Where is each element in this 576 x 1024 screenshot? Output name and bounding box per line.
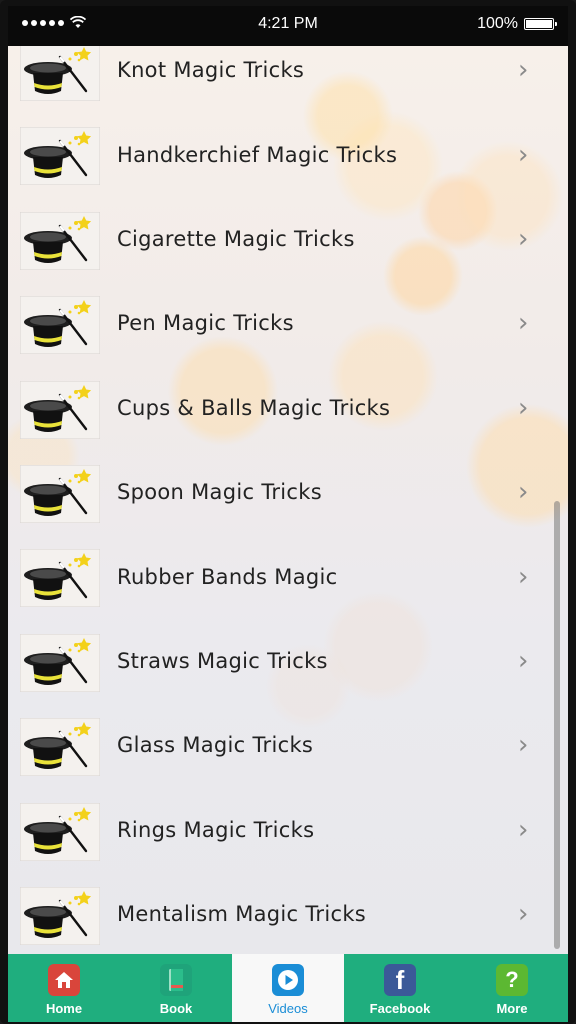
magic-tricks-list-view[interactable]: Knot Magic Tricks › Handkerchief Magic Tr…: [8, 46, 568, 954]
tab-home[interactable]: Home: [8, 954, 120, 1022]
magic-hat-wand-icon: [19, 295, 101, 355]
list-item[interactable]: Rings Magic Tricks ›: [8, 788, 556, 872]
magic-hat-wand-icon: [19, 802, 101, 862]
list-item[interactable]: Glass Magic Tricks ›: [8, 703, 556, 787]
battery-percent: 100%: [477, 15, 518, 32]
magic-hat-wand-icon: [19, 211, 101, 271]
tab-more[interactable]: ? More: [456, 954, 568, 1022]
tab-label: Facebook: [369, 1001, 431, 1016]
tab-label: Home: [45, 1001, 83, 1016]
list-item[interactable]: Straws Magic Tricks ›: [8, 619, 556, 703]
magic-tricks-list: Knot Magic Tricks › Handkerchief Magic Tr…: [8, 46, 556, 954]
battery-group: 100%: [477, 15, 557, 33]
chevron-right-icon: ›: [518, 139, 529, 170]
list-item-label: Mentalism Magic Tricks: [117, 902, 367, 927]
chevron-right-icon: ›: [518, 899, 529, 930]
chevron-right-icon: ›: [518, 645, 529, 676]
list-item-label: Handkerchief Magic Tricks: [117, 142, 398, 167]
chevron-right-icon: ›: [518, 477, 529, 508]
tab-facebook[interactable]: f Facebook: [344, 954, 456, 1022]
list-item-label: Rings Magic Tricks: [117, 817, 315, 842]
list-item-label: Glass Magic Tricks: [117, 733, 314, 758]
list-item-label: Rubber Bands Magic: [117, 564, 338, 589]
magic-hat-wand-icon: [19, 46, 101, 102]
chevron-right-icon: ›: [518, 392, 529, 423]
magic-hat-wand-icon: [19, 380, 101, 440]
chevron-right-icon: ›: [518, 308, 529, 339]
list-item[interactable]: Mentalism Magic Tricks ›: [8, 872, 556, 954]
magic-hat-wand-icon: [19, 126, 101, 186]
scrollbar-thumb[interactable]: [554, 501, 560, 949]
list-item[interactable]: Rubber Bands Magic ›: [8, 534, 556, 618]
tab-label: Videos: [268, 1001, 308, 1016]
list-item[interactable]: Knot Magic Tricks ›: [8, 46, 556, 112]
tab-bar: Home Book Videos f Facebook? More: [8, 954, 568, 1022]
list-item-label: Pen Magic Tricks: [117, 311, 294, 336]
chevron-right-icon: ›: [518, 561, 529, 592]
magic-hat-wand-icon: [19, 464, 101, 524]
list-item-label: Straws Magic Tricks: [117, 648, 328, 673]
magic-hat-wand-icon: [19, 886, 101, 946]
magic-hat-wand-icon: [19, 717, 101, 777]
list-item-label: Spoon Magic Tricks: [117, 480, 322, 505]
magic-hat-wand-icon: [19, 548, 101, 608]
list-item-label: Cups & Balls Magic Tricks: [117, 395, 391, 420]
tab-book[interactable]: Book: [120, 954, 232, 1022]
play-icon: [272, 964, 304, 996]
tab-label: Book: [159, 1001, 193, 1016]
status-bar: 4:21 PM 100%: [8, 6, 568, 46]
chevron-right-icon: ›: [518, 730, 529, 761]
battery-icon: [524, 18, 557, 30]
facebook-icon: f: [384, 964, 416, 996]
magic-hat-wand-icon: [19, 633, 101, 693]
book-icon: [160, 964, 192, 996]
list-item[interactable]: Cups & Balls Magic Tricks ›: [8, 366, 556, 450]
home-icon: [48, 964, 80, 996]
list-item[interactable]: Pen Magic Tricks ›: [8, 281, 556, 365]
question-icon: ?: [496, 964, 528, 996]
list-item[interactable]: Spoon Magic Tricks ›: [8, 450, 556, 534]
chevron-right-icon: ›: [518, 55, 529, 86]
list-item-label: Knot Magic Tricks: [117, 58, 305, 83]
chevron-right-icon: ›: [518, 814, 529, 845]
list-item[interactable]: Handkerchief Magic Tricks ›: [8, 112, 556, 196]
tab-videos[interactable]: Videos: [232, 954, 344, 1022]
tab-label: More: [496, 1001, 528, 1016]
chevron-right-icon: ›: [518, 223, 529, 254]
list-item[interactable]: Cigarette Magic Tricks ›: [8, 197, 556, 281]
list-item-label: Cigarette Magic Tricks: [117, 226, 355, 251]
